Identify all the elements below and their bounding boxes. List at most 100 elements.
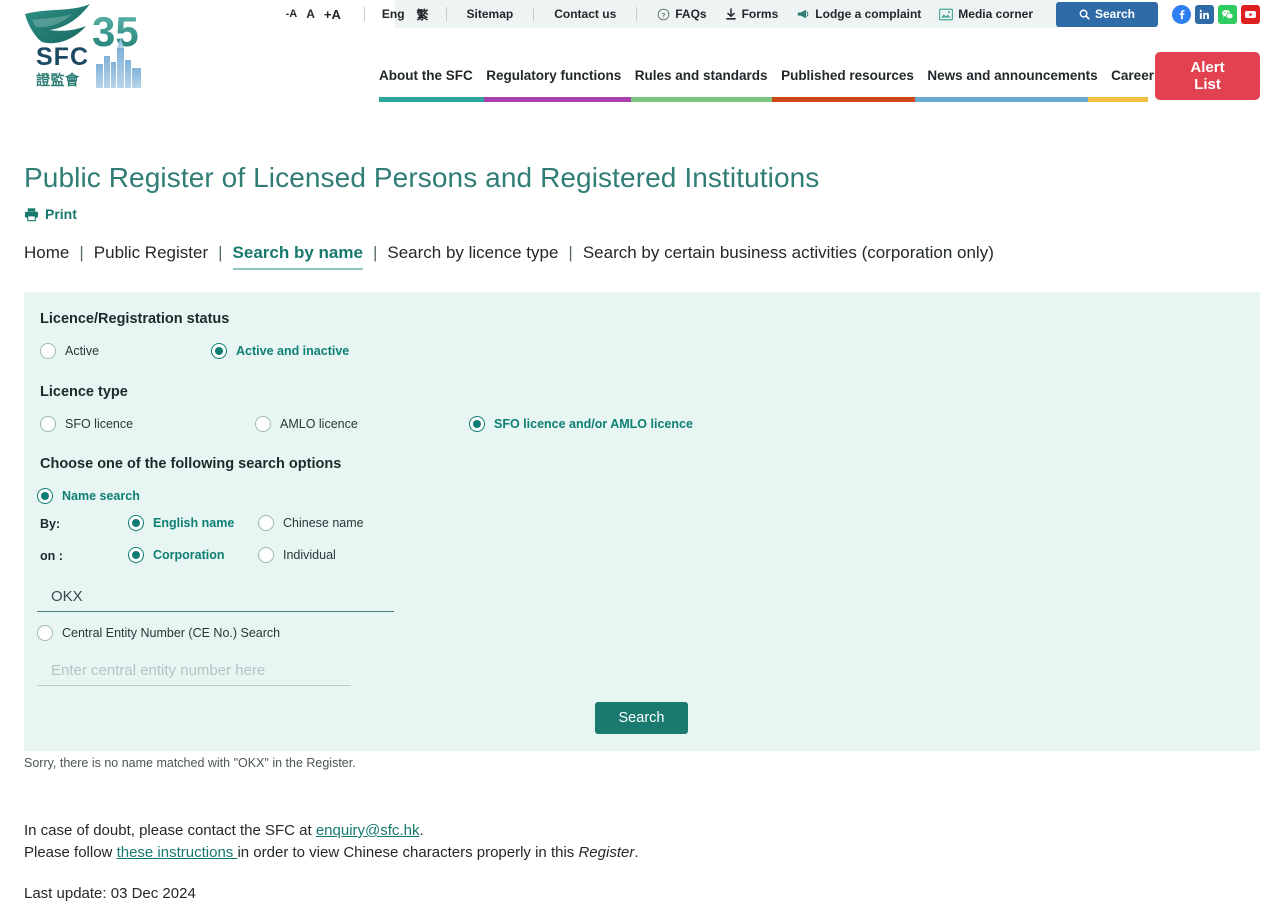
radio-on-corporation[interactable]: Corporation [128, 547, 225, 563]
licence-type-heading: Licence type [40, 384, 128, 400]
radio-label: Corporation [153, 548, 225, 562]
footnote-instructions-prefix: Please follow [24, 844, 117, 861]
breadcrumb-item-public-register[interactable]: Public Register [94, 243, 208, 263]
forms-label: Forms [741, 7, 779, 21]
radio-indicator [37, 625, 53, 641]
breadcrumb: Home | Public Register | Search by name … [24, 243, 994, 270]
print-button[interactable]: Print [24, 206, 77, 222]
printer-icon [24, 207, 39, 222]
breadcrumb-separator: | [568, 243, 573, 262]
megaphone-icon [796, 8, 810, 21]
nav-item-career[interactable]: Career [1111, 68, 1154, 83]
nav-color-segment-news [915, 97, 1088, 102]
question-mark-icon: ? [657, 8, 670, 21]
radio-indicator [40, 343, 56, 359]
radio-label: Active and inactive [236, 344, 350, 358]
radio-indicator [255, 416, 271, 432]
contact-us-link[interactable]: Contact us [545, 7, 625, 21]
radio-licence-amlo[interactable]: AMLO licence [255, 416, 358, 432]
page-title: Public Register of Licensed Persons and … [24, 161, 820, 193]
alert-list-line-1: Alert [1190, 59, 1225, 76]
last-update-text: Last update: 03 Dec 2024 [24, 885, 196, 902]
nav-item-regulatory-functions[interactable]: Regulatory functions [486, 68, 621, 83]
nav-color-segment-about [379, 97, 484, 102]
youtube-icon[interactable] [1241, 4, 1260, 24]
radio-label: Central Entity Number (CE No.) Search [62, 626, 281, 640]
name-search-input[interactable] [37, 584, 394, 612]
font-size-normal-button[interactable]: A [306, 7, 315, 21]
header-search-button[interactable]: Search [1056, 1, 1158, 27]
breadcrumb-item-search-by-business-activities[interactable]: Search by certain business activities (c… [583, 243, 994, 263]
radio-on-individual[interactable]: Individual [258, 547, 336, 563]
linkedin-icon[interactable] [1195, 4, 1214, 24]
radio-licence-sfo[interactable]: SFO licence [40, 416, 133, 432]
nav-color-segment-regulatory [484, 97, 631, 102]
radio-indicator [128, 547, 144, 563]
social-links [1172, 4, 1260, 24]
radio-indicator [128, 515, 144, 531]
divider [533, 7, 535, 21]
divider [636, 7, 638, 21]
svg-text:證監會: 證監會 [36, 72, 80, 89]
main-navigation: About the SFC Regulatory functions Rules… [379, 60, 1154, 90]
faqs-label: FAQs [675, 7, 707, 21]
forms-link[interactable]: Forms [716, 7, 788, 21]
radio-label: English name [153, 516, 235, 530]
nav-item-rules-and-standards[interactable]: Rules and standards [635, 68, 768, 83]
breadcrumb-item-search-by-licence-type[interactable]: Search by licence type [387, 243, 558, 263]
radio-ce-number-search[interactable]: Central Entity Number (CE No.) Search [37, 625, 280, 641]
search-submit-button[interactable]: Search [595, 702, 688, 734]
nav-item-about[interactable]: About the SFC [379, 68, 473, 83]
radio-indicator [37, 488, 53, 504]
radio-label: Active [65, 344, 100, 358]
these-instructions-link[interactable]: these instructions [117, 844, 238, 861]
alert-list-button[interactable]: Alert List [1155, 52, 1260, 100]
search-result-message: Sorry, there is no name matched with "OK… [24, 756, 356, 770]
lodge-complaint-link[interactable]: Lodge a complaint [787, 7, 930, 21]
by-label: By: [40, 517, 61, 531]
breadcrumb-item-home[interactable]: Home [24, 243, 69, 263]
svg-text:35: 35 [92, 8, 139, 55]
on-label: on : [40, 549, 63, 563]
font-size-decrease-button[interactable]: -A [286, 8, 298, 20]
breadcrumb-separator: | [79, 243, 84, 262]
radio-name-search[interactable]: Name search [37, 488, 140, 504]
licence-status-heading: Licence/Registration status [40, 311, 230, 327]
faqs-link[interactable]: ? FAQs [648, 7, 715, 21]
radio-label: SFO licence and/or AMLO licence [494, 417, 693, 431]
footnote-instructions: Please follow these instructions in orde… [24, 842, 639, 864]
footnote-contact-prefix: In case of doubt, please contact the SFC… [24, 822, 316, 839]
radio-licence-sfo-and-or-amlo[interactable]: SFO licence and/or AMLO licence [469, 416, 693, 432]
footnote-instructions-mid: in order to view Chinese characters prop… [237, 844, 579, 861]
radio-label: SFO licence [65, 417, 134, 431]
divider [445, 7, 447, 21]
nav-color-underline [379, 97, 1148, 102]
sitemap-link[interactable]: Sitemap [458, 7, 523, 21]
radio-by-chinese-name[interactable]: Chinese name [258, 515, 364, 531]
lodge-complaint-label: Lodge a complaint [815, 7, 922, 21]
font-size-increase-button[interactable]: +A [324, 7, 341, 22]
nav-item-published-resources[interactable]: Published resources [781, 68, 914, 83]
radio-indicator [211, 343, 227, 359]
facebook-icon[interactable] [1172, 4, 1191, 24]
radio-indicator [258, 515, 274, 531]
radio-label: Name search [62, 489, 140, 503]
ce-number-input[interactable] [37, 658, 351, 686]
radio-label: Individual [283, 548, 336, 562]
footnote-contact: In case of doubt, please contact the SFC… [24, 820, 424, 842]
nav-item-news-and-announcements[interactable]: News and announcements [927, 68, 1097, 83]
radio-status-active[interactable]: Active [40, 343, 99, 359]
wechat-icon[interactable] [1218, 4, 1237, 24]
search-icon [1079, 9, 1090, 20]
radio-indicator [258, 547, 274, 563]
divider [363, 7, 365, 21]
enquiry-email-link[interactable]: enquiry@sfc.hk [316, 822, 420, 839]
breadcrumb-item-search-by-name[interactable]: Search by name [232, 243, 363, 270]
sfc-logo[interactable]: 35 SFC 證監會 [16, 2, 156, 100]
language-english-link[interactable]: Eng [376, 7, 411, 21]
media-corner-link[interactable]: Media corner [930, 7, 1042, 21]
media-corner-label: Media corner [958, 7, 1033, 21]
radio-by-english-name[interactable]: English name [128, 515, 234, 531]
language-chinese-link[interactable]: 繁 [411, 6, 435, 23]
radio-status-active-and-inactive[interactable]: Active and inactive [211, 343, 349, 359]
